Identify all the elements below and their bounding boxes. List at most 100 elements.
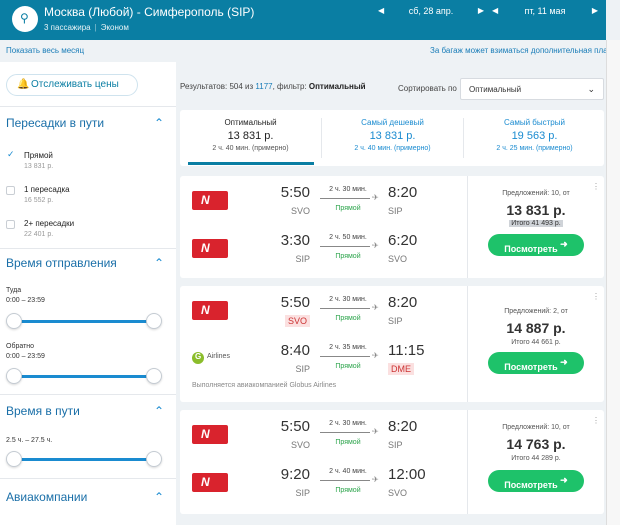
- globus-airlines-logo: G Airlines: [192, 352, 252, 366]
- chevron-up-icon[interactable]: ⌃: [154, 404, 164, 418]
- total-price-text: Итого 41 493 р.: [509, 220, 563, 227]
- departure-time: 9:20: [280, 466, 310, 483]
- filter-traveltime-header[interactable]: Время в пути ⌃: [0, 404, 176, 422]
- route-line: [320, 198, 370, 199]
- slider-track: [12, 375, 156, 378]
- nordwind-logo: N: [192, 239, 228, 258]
- view-button-label: Посмотреть ➜: [504, 475, 568, 490]
- tab-optimal[interactable]: Оптимальный 13 831 р. 2 ч. 40 мин. (прим…: [180, 110, 321, 166]
- slider-handle-max[interactable]: [146, 313, 162, 329]
- nordwind-logo: N: [192, 301, 228, 320]
- price: 14 763 р.: [506, 436, 566, 452]
- offers-count: Предложений: 10, от: [502, 424, 570, 431]
- tab-fastest[interactable]: Самый быстрый 19 563 р. 2 ч. 25 мин. (пр…: [464, 110, 605, 166]
- filter-airlines-header[interactable]: Авиакомпании ⌃: [0, 490, 176, 508]
- offers-count: Предложений: 2, от: [504, 308, 568, 315]
- departure-time: 5:50: [280, 418, 310, 435]
- slider-handle-min[interactable]: [6, 451, 22, 467]
- route-line: [320, 432, 370, 433]
- option-name: 1 пересадка: [24, 185, 70, 194]
- plane-icon: ✈: [372, 193, 379, 202]
- route-title: Москва (Любой) - Симферополь (SIP): [44, 5, 255, 19]
- search-summary-bar[interactable]: ⚲ Москва (Любой) - Симферополь (SIP) 3 п…: [0, 0, 606, 40]
- view-button[interactable]: Посмотреть ➜: [488, 352, 584, 374]
- slider-handle-min[interactable]: [6, 313, 22, 329]
- tab-title: Оптимальный: [224, 118, 277, 127]
- nordwind-logo: N: [192, 473, 228, 492]
- scrollbar[interactable]: [606, 40, 620, 525]
- tab-duration: 2 ч. 40 мин. (примерно): [354, 145, 431, 152]
- arrival-airport-code: DME: [388, 363, 414, 375]
- sort-select[interactable]: Оптимальный ⌄: [460, 78, 604, 100]
- flight-duration: 2 ч. 50 мин.: [329, 234, 367, 241]
- stops-label: Прямой: [335, 439, 361, 446]
- share-icon[interactable]: ⋮: [592, 416, 600, 425]
- bell-icon: 🔔: [17, 79, 30, 90]
- departure-time: 8:40: [280, 342, 310, 359]
- departure-time: 5:50: [280, 184, 310, 201]
- option-price: 22 401 р.: [24, 231, 54, 238]
- filter-stops-header[interactable]: Пересадки в пути ⌃: [0, 116, 176, 134]
- flight-card[interactable]: N 5:50 SVO 2 ч. 30 мин. ✈ Прямой 8:20 SI…: [180, 286, 604, 402]
- slider-handle-max[interactable]: [146, 451, 162, 467]
- departure-airport: SIP: [295, 364, 310, 374]
- chevron-up-icon[interactable]: ⌃: [154, 490, 164, 504]
- departure-airport: SVO: [290, 440, 310, 450]
- route-line: [320, 480, 370, 481]
- tab-title: Самый дешевый: [361, 118, 424, 127]
- back-label: Обратно: [6, 343, 35, 350]
- checkbox[interactable]: [6, 186, 15, 195]
- view-button[interactable]: Посмотреть ➜: [488, 470, 584, 492]
- there-time-slider[interactable]: [6, 313, 162, 329]
- arrival-time: 8:20: [388, 418, 418, 435]
- view-button[interactable]: Посмотреть ➜: [488, 234, 584, 256]
- tab-cheapest[interactable]: Самый дешевый 13 831 р. 2 ч. 40 мин. (пр…: [322, 110, 463, 166]
- total-price-text: Итого 44 289 р.: [511, 455, 561, 462]
- share-icon[interactable]: ⋮: [592, 292, 600, 301]
- active-tab-indicator: [188, 162, 314, 165]
- plane-icon: ✈: [372, 241, 379, 250]
- there-label: Туда: [6, 287, 22, 294]
- stops-option-direct[interactable]: ✓ Прямой 13 831 р.: [6, 149, 166, 174]
- tab-duration: 2 ч. 40 мин. (примерно): [212, 145, 289, 152]
- divider: [0, 394, 176, 395]
- arrival-airport: SIP: [388, 440, 403, 450]
- stops-option-one[interactable]: 1 пересадка 16 552 р.: [6, 184, 166, 208]
- traveltime-slider[interactable]: [6, 451, 162, 467]
- there-range: 0:00 – 23:59: [6, 297, 45, 304]
- nordwind-logo: N: [192, 191, 228, 210]
- view-button-label: Посмотреть ➜: [504, 239, 568, 254]
- slider-track: [12, 320, 156, 323]
- departure-airport: SIP: [295, 488, 310, 498]
- sort-tabs: Оптимальный 13 831 р. 2 ч. 40 мин. (прим…: [180, 110, 604, 166]
- depart-date-picker[interactable]: ◀ сб, 28 апр. ▶: [376, 6, 486, 18]
- filter-traveltime-title: Время в пути: [6, 404, 80, 418]
- slider-handle-max[interactable]: [146, 368, 162, 384]
- share-icon[interactable]: ⋮: [592, 182, 600, 191]
- flight-duration: 2 ч. 35 мин.: [329, 344, 367, 351]
- divider: [0, 106, 176, 107]
- next-date-icon[interactable]: ▶: [592, 6, 598, 15]
- next-date-icon[interactable]: ▶: [478, 6, 484, 15]
- show-month-link[interactable]: Показать весь месяц: [6, 46, 84, 55]
- flight-card[interactable]: N 5:50 SVO 2 ч. 30 мин. ✈ Прямой 8:20 SI…: [180, 176, 604, 278]
- airline-name: Airlines: [207, 353, 230, 360]
- baggage-note-link[interactable]: За багаж может взиматься дополнительная …: [430, 46, 615, 55]
- stops-option-two-plus[interactable]: 2+ пересадки 22 401 р.: [6, 218, 166, 242]
- checkbox[interactable]: [6, 220, 15, 229]
- view-button-text: Посмотреть: [504, 244, 558, 254]
- filter-departure-header[interactable]: Время отправления ⌃: [0, 256, 176, 274]
- arrival-time: 6:20: [388, 232, 418, 249]
- chevron-up-icon[interactable]: ⌃: [154, 116, 164, 130]
- track-prices-button[interactable]: 🔔 Отслеживать цены: [6, 74, 138, 96]
- arrival-airport: SIP: [388, 206, 403, 216]
- slider-handle-min[interactable]: [6, 368, 22, 384]
- flight-card[interactable]: N 5:50 SVO 2 ч. 30 мин. ✈ Прямой 8:20 SI…: [180, 410, 604, 514]
- results-total-link[interactable]: 1177: [255, 82, 272, 91]
- stops-label: Прямой: [335, 253, 361, 260]
- search-button[interactable]: ⚲: [12, 6, 38, 32]
- chevron-up-icon[interactable]: ⌃: [154, 256, 164, 270]
- back-time-slider[interactable]: [6, 368, 162, 384]
- search-icon: ⚲: [20, 11, 29, 25]
- return-date-picker[interactable]: ◀ пт, 11 мая ▶: [490, 6, 600, 18]
